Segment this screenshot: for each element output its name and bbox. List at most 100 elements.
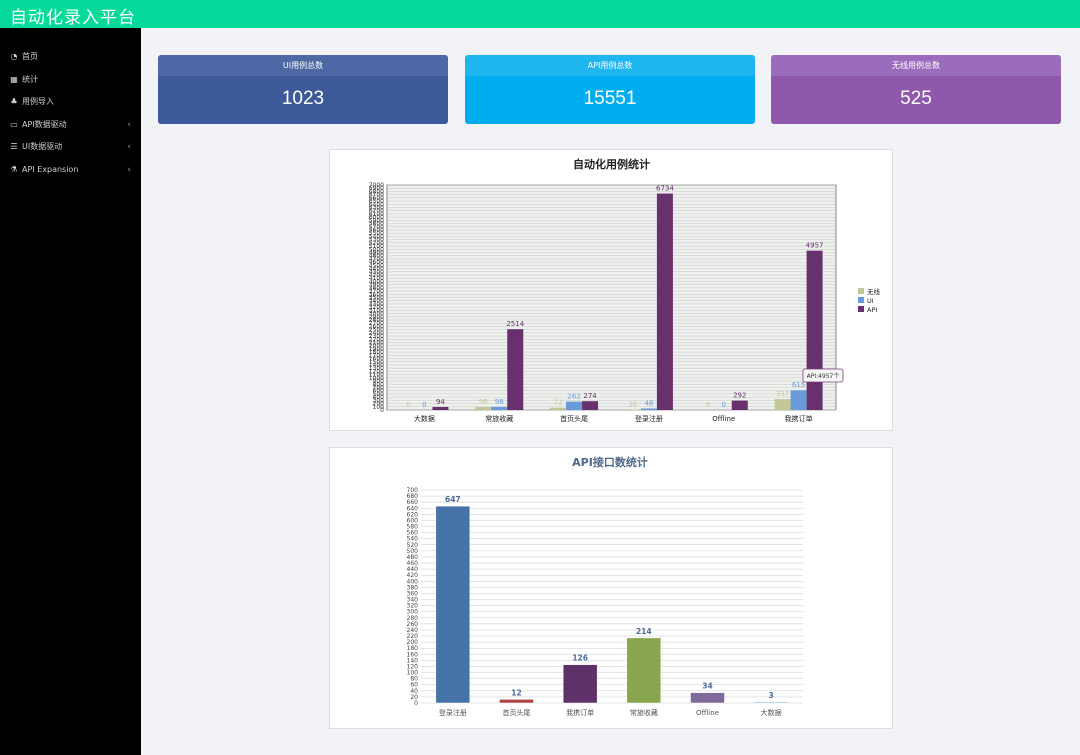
sidebar-item-label: 用例导入 — [22, 97, 54, 106]
bar-API — [432, 406, 449, 410]
y-tick-label: 400 — [407, 578, 419, 585]
card-value: 1023 — [158, 76, 448, 124]
data-label: 214 — [636, 627, 652, 636]
y-tick-label: 440 — [407, 566, 419, 573]
chevron-left-icon: ‹ — [127, 164, 131, 175]
y-tick-label: 640 — [407, 505, 419, 512]
laptop-icon: ▭ — [10, 119, 18, 129]
sidebar-item-ui-data-driven[interactable]: ☰ UI数据驱动 ‹ — [0, 136, 141, 159]
legend-swatch — [858, 297, 864, 303]
sidebar-item-label: 统计 — [22, 74, 38, 84]
y-tick-label: 460 — [407, 560, 419, 567]
bar-API — [731, 400, 748, 410]
y-tick-label: 300 — [407, 609, 419, 616]
sidebar-item-home[interactable]: ◔ 首页 — [0, 46, 141, 69]
bar-UI — [491, 406, 508, 410]
x-tick-label: 我携订单 — [785, 414, 813, 423]
bar-UI — [566, 401, 583, 410]
x-tick-label: 大数据 — [414, 414, 435, 423]
bar-无线 — [475, 406, 492, 410]
api-case-count-card: API用例总数 15551 — [465, 55, 755, 124]
data-label: 292 — [733, 392, 746, 400]
x-tick-label: 登录注册 — [635, 414, 663, 423]
bar-API — [507, 329, 524, 410]
data-label: 0 — [406, 401, 410, 409]
y-tick-label: 160 — [407, 651, 419, 658]
data-label: 274 — [583, 392, 597, 400]
y-tick-label: 80 — [410, 676, 418, 683]
ui-case-count-card: UI用例总数 1023 — [158, 55, 448, 124]
data-label: 48 — [644, 399, 653, 407]
bar-UI — [640, 408, 657, 410]
data-label: 0 — [722, 401, 726, 409]
y-tick-label: 140 — [407, 657, 419, 664]
sidebar-item-api-expansion[interactable]: ⚗ API Expansion ‹ — [0, 159, 141, 182]
data-label: 98 — [495, 398, 504, 406]
x-tick-label: Offline — [712, 415, 735, 423]
y-tick-label: 60 — [410, 682, 418, 689]
data-label: 3 — [769, 691, 774, 700]
data-label: 72 — [554, 399, 563, 407]
y-tick-label: 360 — [407, 590, 419, 597]
sidebar-item-label: API Expansion — [22, 164, 79, 174]
data-label: 34 — [702, 682, 712, 691]
legend-swatch — [858, 288, 864, 294]
sidebar-menu: ◔ 首页 ▦ 统计 ♣ 用例导入 ▭ API数据驱动 ‹ ☰ UI数据驱动 ‹ … — [0, 28, 141, 181]
x-tick-label: Offline — [696, 709, 719, 717]
y-tick-label: 280 — [407, 615, 419, 622]
sidebar-item-api-data-driven[interactable]: ▭ API数据驱动 ‹ — [0, 114, 141, 137]
chevron-left-icon: ‹ — [127, 142, 131, 152]
data-label: 12 — [511, 688, 521, 697]
card-value: 15551 — [465, 76, 755, 124]
data-label: 96 — [479, 398, 488, 406]
data-label: 0 — [422, 401, 426, 409]
data-label: 0 — [706, 401, 710, 409]
y-tick-label: 220 — [407, 633, 419, 640]
y-tick-label: 320 — [407, 603, 419, 610]
y-tick-label: 180 — [407, 645, 419, 652]
automation-case-chart: 自动化用例统计010020030040050060070080090010001… — [369, 157, 881, 423]
top-bar: 自动化录入平台 — [0, 0, 1080, 28]
bar — [626, 637, 662, 704]
data-label: 337 — [776, 390, 789, 398]
data-label: 615 — [792, 381, 805, 389]
data-label: 94 — [436, 398, 445, 406]
bar — [690, 692, 725, 704]
data-label: 126 — [572, 654, 588, 663]
y-tick-label: 540 — [407, 536, 419, 543]
y-tick-label: 120 — [407, 663, 419, 670]
list-icon: ☰ — [10, 142, 18, 151]
y-tick-label: 500 — [407, 548, 419, 555]
x-tick-label: 首页头尾 — [503, 708, 531, 717]
chart-title: 自动化用例统计 — [573, 157, 650, 171]
bar-API — [656, 193, 673, 410]
x-tick-label: 登录注册 — [439, 708, 467, 717]
y-tick-label: 580 — [407, 524, 419, 531]
bar — [562, 664, 598, 704]
automation-case-chart-panel: 自动化用例统计 0 100 200 300 400 500 600 700 800 900 1000 1… — [329, 149, 893, 431]
x-tick-label: 首页头尾 — [560, 414, 588, 423]
legend-entry: API — [867, 306, 877, 314]
card-label: UI用例总数 — [158, 55, 448, 76]
data-label: 262 — [567, 393, 580, 401]
data-label: 6734 — [656, 185, 674, 193]
data-label: 20 — [628, 400, 637, 408]
y-tick-label: 7000 — [369, 182, 384, 189]
sidebar-item-stats[interactable]: ▦ 统计 — [0, 69, 141, 92]
y-tick-label: 100 — [407, 670, 419, 677]
y-tick-label: 600 — [407, 517, 419, 524]
y-tick-label: 200 — [407, 639, 419, 646]
legend-swatch — [858, 306, 864, 312]
y-tick-label: 680 — [407, 493, 419, 500]
card-label: API用例总数 — [465, 55, 755, 76]
y-tick-label: 560 — [407, 530, 419, 537]
y-tick-label: 260 — [407, 621, 419, 628]
bar-API — [806, 250, 823, 410]
chart-title: API接口数统计 — [572, 455, 648, 469]
sidebar-item-case-import[interactable]: ♣ 用例导入 — [0, 91, 141, 114]
sitemap-icon: ♣ — [10, 97, 18, 106]
y-tick-label: 240 — [407, 627, 419, 634]
table-icon: ▦ — [10, 74, 18, 84]
tooltip-text: API:4957个 — [807, 373, 840, 380]
sidebar-item-label: 首页 — [22, 52, 38, 61]
